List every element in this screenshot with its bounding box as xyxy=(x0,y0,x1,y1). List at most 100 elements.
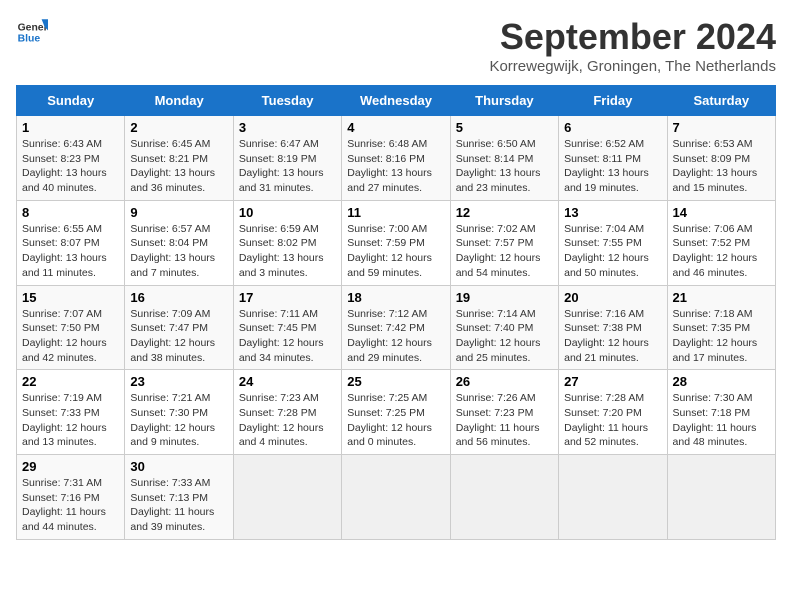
calendar-cell: 6 Sunrise: 6:52 AMSunset: 8:11 PMDaylight… xyxy=(559,116,667,201)
calendar-cell: 3 Sunrise: 6:47 AMSunset: 8:19 PMDaylight… xyxy=(233,116,341,201)
day-number: 6 xyxy=(564,120,661,135)
day-detail: Sunrise: 7:09 AMSunset: 7:47 PMDaylight:… xyxy=(130,307,227,366)
day-number: 21 xyxy=(673,290,770,305)
calendar-cell: 29 Sunrise: 7:31 AMSunset: 7:16 PMDayligh… xyxy=(17,455,125,540)
day-detail: Sunrise: 6:45 AMSunset: 8:21 PMDaylight:… xyxy=(130,137,227,196)
day-detail: Sunrise: 7:18 AMSunset: 7:35 PMDaylight:… xyxy=(673,307,770,366)
calendar-cell: 26 Sunrise: 7:26 AMSunset: 7:23 PMDayligh… xyxy=(450,370,558,455)
day-number: 10 xyxy=(239,205,336,220)
svg-text:General: General xyxy=(18,22,48,33)
calendar-cell xyxy=(233,455,341,540)
day-number: 9 xyxy=(130,205,227,220)
calendar-week-2: 8 Sunrise: 6:55 AMSunset: 8:07 PMDaylight… xyxy=(17,200,776,285)
day-detail: Sunrise: 7:00 AMSunset: 7:59 PMDaylight:… xyxy=(347,222,444,281)
calendar-cell: 18 Sunrise: 7:12 AMSunset: 7:42 PMDayligh… xyxy=(342,285,450,370)
calendar-week-5: 29 Sunrise: 7:31 AMSunset: 7:16 PMDayligh… xyxy=(17,455,776,540)
day-number: 8 xyxy=(22,205,119,220)
day-detail: Sunrise: 6:48 AMSunset: 8:16 PMDaylight:… xyxy=(347,137,444,196)
calendar-week-3: 15Sunrise: 7:07 AMSunset: 7:50 PMDayligh… xyxy=(17,285,776,370)
day-detail: Sunrise: 7:23 AMSunset: 7:28 PMDaylight:… xyxy=(239,391,336,450)
day-number: 25 xyxy=(347,374,444,389)
title-block: September 2024 Korrewegwijk, Groningen, … xyxy=(489,16,776,75)
day-number: 29 xyxy=(22,459,119,474)
calendar-cell: 17 Sunrise: 7:11 AMSunset: 7:45 PMDayligh… xyxy=(233,285,341,370)
header-thursday: Thursday xyxy=(450,86,558,116)
calendar-cell: 25 Sunrise: 7:25 AMSunset: 7:25 PMDayligh… xyxy=(342,370,450,455)
calendar-cell: 4 Sunrise: 6:48 AMSunset: 8:16 PMDaylight… xyxy=(342,116,450,201)
day-detail: Sunrise: 7:21 AMSunset: 7:30 PMDaylight:… xyxy=(130,391,227,450)
day-detail: Sunrise: 7:28 AMSunset: 7:20 PMDaylight:… xyxy=(564,391,661,450)
day-detail: Sunrise: 7:25 AMSunset: 7:25 PMDaylight:… xyxy=(347,391,444,450)
day-detail: Sunrise: 7:31 AMSunset: 7:16 PMDaylight:… xyxy=(22,476,119,535)
day-detail: Sunrise: 6:57 AMSunset: 8:04 PMDaylight:… xyxy=(130,222,227,281)
day-detail: Sunrise: 7:02 AMSunset: 7:57 PMDaylight:… xyxy=(456,222,553,281)
calendar-cell: 30 Sunrise: 7:33 AMSunset: 7:13 PMDayligh… xyxy=(125,455,233,540)
day-number: 18 xyxy=(347,290,444,305)
day-detail: Sunrise: 7:30 AMSunset: 7:18 PMDaylight:… xyxy=(673,391,770,450)
day-detail: Sunrise: 6:53 AMSunset: 8:09 PMDaylight:… xyxy=(673,137,770,196)
day-number: 16 xyxy=(130,290,227,305)
page-header: General Blue September 2024 Korrewegwijk… xyxy=(16,16,776,75)
day-number: 19 xyxy=(456,290,553,305)
calendar-cell: 9 Sunrise: 6:57 AMSunset: 8:04 PMDaylight… xyxy=(125,200,233,285)
svg-text:Blue: Blue xyxy=(18,34,41,45)
day-detail: Sunrise: 6:59 AMSunset: 8:02 PMDaylight:… xyxy=(239,222,336,281)
calendar-body: 1Sunrise: 6:43 AMSunset: 8:23 PMDaylight… xyxy=(17,116,776,540)
day-number: 14 xyxy=(673,205,770,220)
day-number: 5 xyxy=(456,120,553,135)
calendar-cell: 14 Sunrise: 7:06 AMSunset: 7:52 PMDayligh… xyxy=(667,200,775,285)
day-detail: Sunrise: 6:47 AMSunset: 8:19 PMDaylight:… xyxy=(239,137,336,196)
day-detail: Sunrise: 7:33 AMSunset: 7:13 PMDaylight:… xyxy=(130,476,227,535)
calendar-cell: 28 Sunrise: 7:30 AMSunset: 7:18 PMDayligh… xyxy=(667,370,775,455)
location-subtitle: Korrewegwijk, Groningen, The Netherlands xyxy=(489,58,776,75)
calendar-cell: 2Sunrise: 6:45 AMSunset: 8:21 PMDaylight… xyxy=(125,116,233,201)
header-saturday: Saturday xyxy=(667,86,775,116)
day-number: 4 xyxy=(347,120,444,135)
day-number: 13 xyxy=(564,205,661,220)
logo: General Blue xyxy=(16,16,48,48)
day-detail: Sunrise: 7:12 AMSunset: 7:42 PMDaylight:… xyxy=(347,307,444,366)
header-friday: Friday xyxy=(559,86,667,116)
calendar-cell: 7Sunrise: 6:53 AMSunset: 8:09 PMDaylight… xyxy=(667,116,775,201)
day-detail: Sunrise: 7:11 AMSunset: 7:45 PMDaylight:… xyxy=(239,307,336,366)
day-number: 11 xyxy=(347,205,444,220)
header-monday: Monday xyxy=(125,86,233,116)
calendar-cell: 23 Sunrise: 7:21 AMSunset: 7:30 PMDayligh… xyxy=(125,370,233,455)
calendar-cell: 16 Sunrise: 7:09 AMSunset: 7:47 PMDayligh… xyxy=(125,285,233,370)
day-number: 27 xyxy=(564,374,661,389)
day-detail: Sunrise: 6:50 AMSunset: 8:14 PMDaylight:… xyxy=(456,137,553,196)
calendar-table: SundayMondayTuesdayWednesdayThursdayFrid… xyxy=(16,85,776,540)
header-wednesday: Wednesday xyxy=(342,86,450,116)
day-number: 28 xyxy=(673,374,770,389)
day-detail: Sunrise: 6:52 AMSunset: 8:11 PMDaylight:… xyxy=(564,137,661,196)
day-detail: Sunrise: 7:19 AMSunset: 7:33 PMDaylight:… xyxy=(22,391,119,450)
calendar-cell: 15Sunrise: 7:07 AMSunset: 7:50 PMDayligh… xyxy=(17,285,125,370)
day-number: 17 xyxy=(239,290,336,305)
calendar-cell: 21 Sunrise: 7:18 AMSunset: 7:35 PMDayligh… xyxy=(667,285,775,370)
day-detail: Sunrise: 7:26 AMSunset: 7:23 PMDaylight:… xyxy=(456,391,553,450)
calendar-cell: 24Sunrise: 7:23 AMSunset: 7:28 PMDayligh… xyxy=(233,370,341,455)
day-number: 22 xyxy=(22,374,119,389)
day-number: 30 xyxy=(130,459,227,474)
calendar-cell: 22 Sunrise: 7:19 AMSunset: 7:33 PMDayligh… xyxy=(17,370,125,455)
day-number: 26 xyxy=(456,374,553,389)
calendar-cell: 11 Sunrise: 7:00 AMSunset: 7:59 PMDayligh… xyxy=(342,200,450,285)
calendar-cell: 8 Sunrise: 6:55 AMSunset: 8:07 PMDaylight… xyxy=(17,200,125,285)
calendar-cell xyxy=(667,455,775,540)
calendar-header-row: SundayMondayTuesdayWednesdayThursdayFrid… xyxy=(17,86,776,116)
calendar-cell: 12Sunrise: 7:02 AMSunset: 7:57 PMDayligh… xyxy=(450,200,558,285)
day-detail: Sunrise: 7:06 AMSunset: 7:52 PMDaylight:… xyxy=(673,222,770,281)
day-number: 3 xyxy=(239,120,336,135)
calendar-cell xyxy=(559,455,667,540)
header-sunday: Sunday xyxy=(17,86,125,116)
day-number: 20 xyxy=(564,290,661,305)
calendar-cell: 20 Sunrise: 7:16 AMSunset: 7:38 PMDayligh… xyxy=(559,285,667,370)
day-detail: Sunrise: 6:55 AMSunset: 8:07 PMDaylight:… xyxy=(22,222,119,281)
day-number: 23 xyxy=(130,374,227,389)
day-number: 15 xyxy=(22,290,119,305)
header-tuesday: Tuesday xyxy=(233,86,341,116)
calendar-cell: 10 Sunrise: 6:59 AMSunset: 8:02 PMDayligh… xyxy=(233,200,341,285)
calendar-cell xyxy=(450,455,558,540)
month-title: September 2024 xyxy=(489,16,776,58)
day-detail: Sunrise: 7:16 AMSunset: 7:38 PMDaylight:… xyxy=(564,307,661,366)
